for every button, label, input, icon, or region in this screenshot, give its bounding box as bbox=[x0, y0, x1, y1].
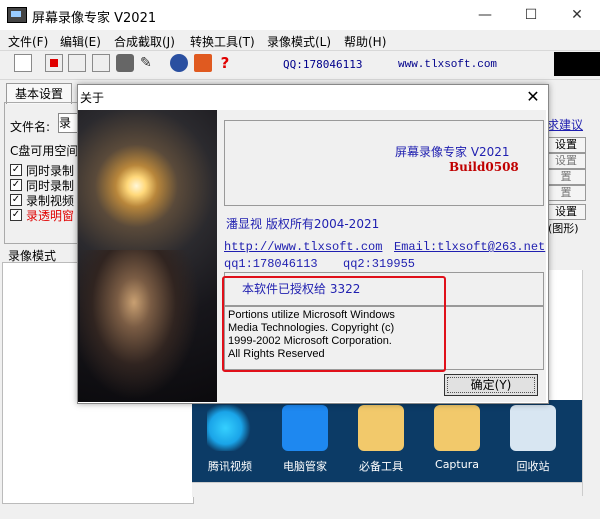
menu-edit[interactable]: 编辑(E) bbox=[60, 33, 101, 50]
vertical-scrollbar[interactable] bbox=[582, 270, 599, 496]
tab-basic-settings[interactable]: 基本设置 bbox=[6, 83, 72, 104]
menu-compose[interactable]: 合成截取(J) bbox=[114, 33, 175, 50]
pause-icon[interactable] bbox=[68, 54, 86, 72]
build-number: Build0508 bbox=[449, 160, 519, 174]
menu-file[interactable]: 文件(F) bbox=[8, 33, 48, 50]
option-checkbox[interactable]: ✓ bbox=[10, 209, 22, 221]
option-checkbox[interactable]: ✓ bbox=[10, 179, 22, 191]
option-label-transparent: 录透明窗 bbox=[26, 209, 75, 223]
new-file-icon[interactable] bbox=[14, 54, 32, 72]
email-link[interactable]: Email:tlxsoft@263.net bbox=[394, 240, 545, 254]
website-link[interactable]: http://www.tlxsoft.com bbox=[224, 240, 382, 254]
qq-label: QQ:178046113 bbox=[283, 58, 363, 71]
dialog-title: 关于 bbox=[80, 91, 105, 105]
folder-icon bbox=[358, 405, 404, 451]
site-label[interactable]: www.tlxsoft.com bbox=[398, 59, 497, 71]
preview-swatch bbox=[554, 52, 600, 76]
desktop-icon-label: 回收站 bbox=[516, 460, 550, 473]
settings-button[interactable]: 置 bbox=[546, 169, 586, 185]
filename-label: 文件名: bbox=[10, 120, 51, 134]
desktop-icon-label: Captura bbox=[435, 458, 479, 471]
help-icon[interactable]: ? bbox=[216, 54, 234, 72]
settings-button[interactable]: 设置 bbox=[546, 204, 586, 220]
copyright-text: 潘显视 版权所有2004-2021 bbox=[226, 217, 380, 231]
captura-folder-icon bbox=[434, 405, 480, 451]
stop-icon[interactable] bbox=[92, 54, 110, 72]
horizontal-scrollbar[interactable] bbox=[192, 482, 582, 497]
record-icon[interactable] bbox=[45, 54, 63, 72]
desktop-icon-label: 电脑管家 bbox=[283, 460, 327, 473]
window-title: 屏幕录像专家 V2021 bbox=[32, 11, 157, 26]
option-checkbox[interactable]: ✓ bbox=[10, 164, 22, 176]
graphic-note: (图形) bbox=[548, 222, 579, 235]
qq2-text: qq2:319955 bbox=[343, 257, 416, 271]
globe-icon[interactable] bbox=[170, 54, 188, 72]
disk-space-label: C盘可用空间 bbox=[10, 144, 79, 158]
settings-button[interactable]: 设置 bbox=[546, 153, 586, 169]
gift-icon[interactable] bbox=[194, 54, 212, 72]
menu-convert[interactable]: 转换工具(T) bbox=[190, 33, 255, 50]
ok-button[interactable]: 确定(Y) bbox=[444, 374, 538, 396]
close-button[interactable]: ✕ bbox=[554, 0, 600, 30]
dialog-close-button[interactable]: ✕ bbox=[522, 86, 544, 108]
galaxy-image-detail bbox=[80, 250, 200, 400]
camera-icon[interactable] bbox=[116, 54, 134, 72]
option-checkbox[interactable]: ✓ bbox=[10, 194, 22, 206]
desktop-icon-label: 必备工具 bbox=[359, 460, 403, 473]
product-name: 屏幕录像专家 V2021 bbox=[395, 145, 510, 159]
settings-button[interactable]: 设置 bbox=[546, 137, 586, 153]
tencent-video-icon bbox=[207, 405, 253, 451]
highlight-frame bbox=[222, 276, 446, 372]
pen-icon[interactable]: ✎ bbox=[140, 54, 158, 72]
desktop-icon-label: 腾讯视频 bbox=[208, 460, 252, 473]
suggestion-link[interactable]: 求建议 bbox=[547, 116, 583, 133]
menu-record-mode[interactable]: 录像模式(L) bbox=[267, 33, 331, 50]
menu-help[interactable]: 帮助(H) bbox=[344, 33, 386, 50]
minimize-button[interactable]: — bbox=[462, 0, 508, 30]
recycle-bin-icon bbox=[510, 405, 556, 451]
qq1-text: qq1:178046113 bbox=[224, 257, 318, 271]
app-logo-icon bbox=[7, 7, 27, 23]
settings-button[interactable]: 置 bbox=[546, 185, 586, 201]
pc-manager-icon bbox=[282, 405, 328, 451]
maximize-button[interactable]: ☐ bbox=[508, 0, 554, 30]
